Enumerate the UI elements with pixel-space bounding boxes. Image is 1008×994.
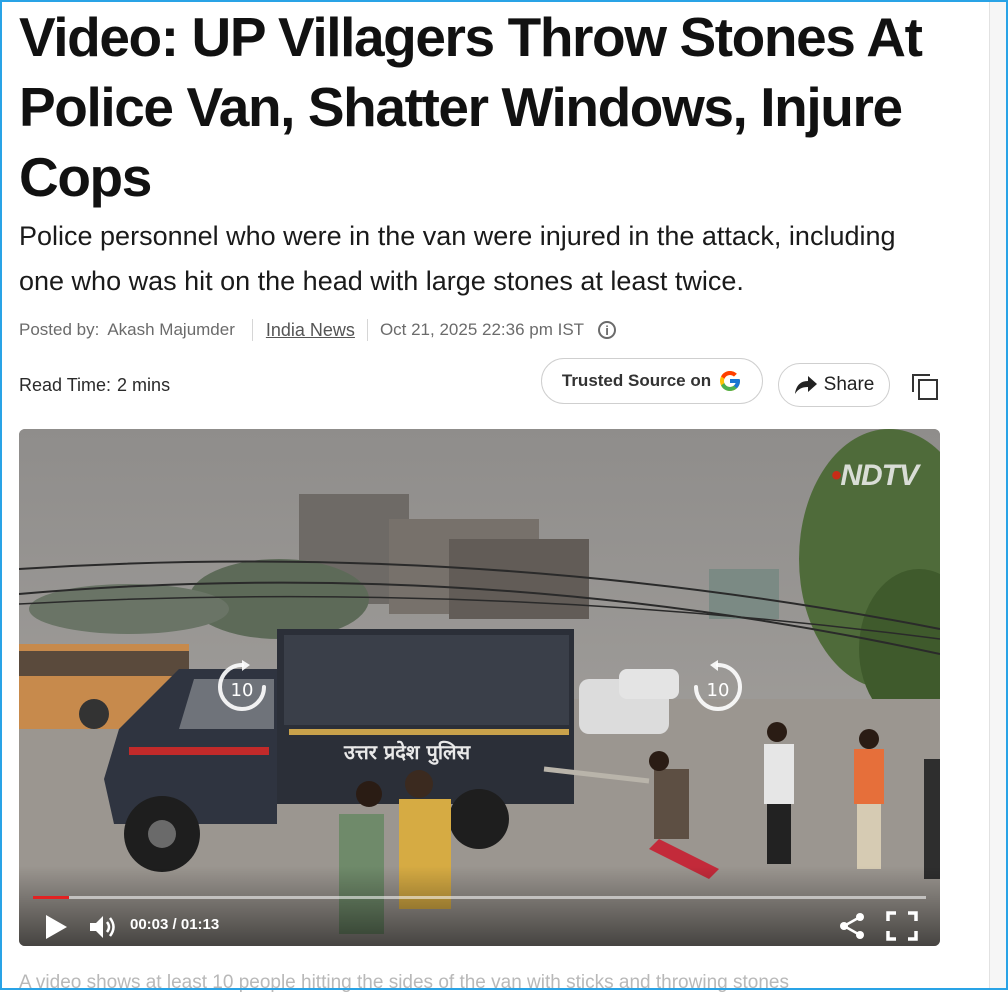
divider xyxy=(251,319,253,341)
google-g-logo xyxy=(720,371,741,391)
share-icon[interactable] xyxy=(838,912,866,940)
share-label: Share xyxy=(823,374,875,395)
divider xyxy=(366,319,368,341)
video-progress-fill xyxy=(33,896,69,899)
van-text: उत्तर प्रदेश पुलिस xyxy=(343,740,472,765)
forward-10-icon[interactable]: 10 xyxy=(690,659,746,715)
article-meta: Posted by: Akash Majumder India News Oct… xyxy=(19,318,617,342)
svg-text:10: 10 xyxy=(231,680,254,701)
svg-text:10: 10 xyxy=(707,680,730,701)
info-icon[interactable]: i xyxy=(598,321,617,339)
trusted-source-label: Trusted Source on xyxy=(561,371,712,390)
copy-icon[interactable] xyxy=(909,371,941,403)
trusted-source-button[interactable]: Trusted Source on xyxy=(541,358,763,404)
posted-by-label: Posted by: xyxy=(19,320,100,339)
video-time: 00:03 / 01:13 xyxy=(130,916,220,933)
article-body-text: A video shows at least 10 people hitting… xyxy=(19,972,789,993)
share-arrow-icon xyxy=(794,376,817,394)
fullscreen-icon[interactable] xyxy=(886,911,918,941)
category-link[interactable]: India News xyxy=(266,320,355,341)
page-scrollbar[interactable] xyxy=(989,0,1008,990)
article-title: Video: UP Villagers Throw Stones At Poli… xyxy=(19,6,923,208)
publish-datetime: Oct 21, 2025 22:36 pm IST xyxy=(379,320,585,339)
share-button[interactable]: Share xyxy=(778,363,890,407)
video-progress-bar[interactable] xyxy=(33,896,926,899)
rewind-10-icon[interactable]: 10 xyxy=(214,659,270,715)
author-name: Akash Majumder xyxy=(107,320,235,339)
video-player[interactable]: उत्तर प्रदेश पुलिस •NDTV 10 10 00:03 / 0… xyxy=(19,429,940,946)
read-time-label: Read Time: xyxy=(19,375,112,395)
read-time: Read Time: 2 mins xyxy=(19,375,170,396)
article-subtitle: Police personnel who were in the van wer… xyxy=(19,221,896,296)
play-icon[interactable] xyxy=(43,914,69,940)
video-controls: 00:03 / 01:13 xyxy=(19,866,940,946)
ndtv-watermark: •NDTV xyxy=(830,459,919,492)
volume-icon[interactable] xyxy=(88,913,116,941)
read-time-value: 2 mins xyxy=(117,375,171,395)
